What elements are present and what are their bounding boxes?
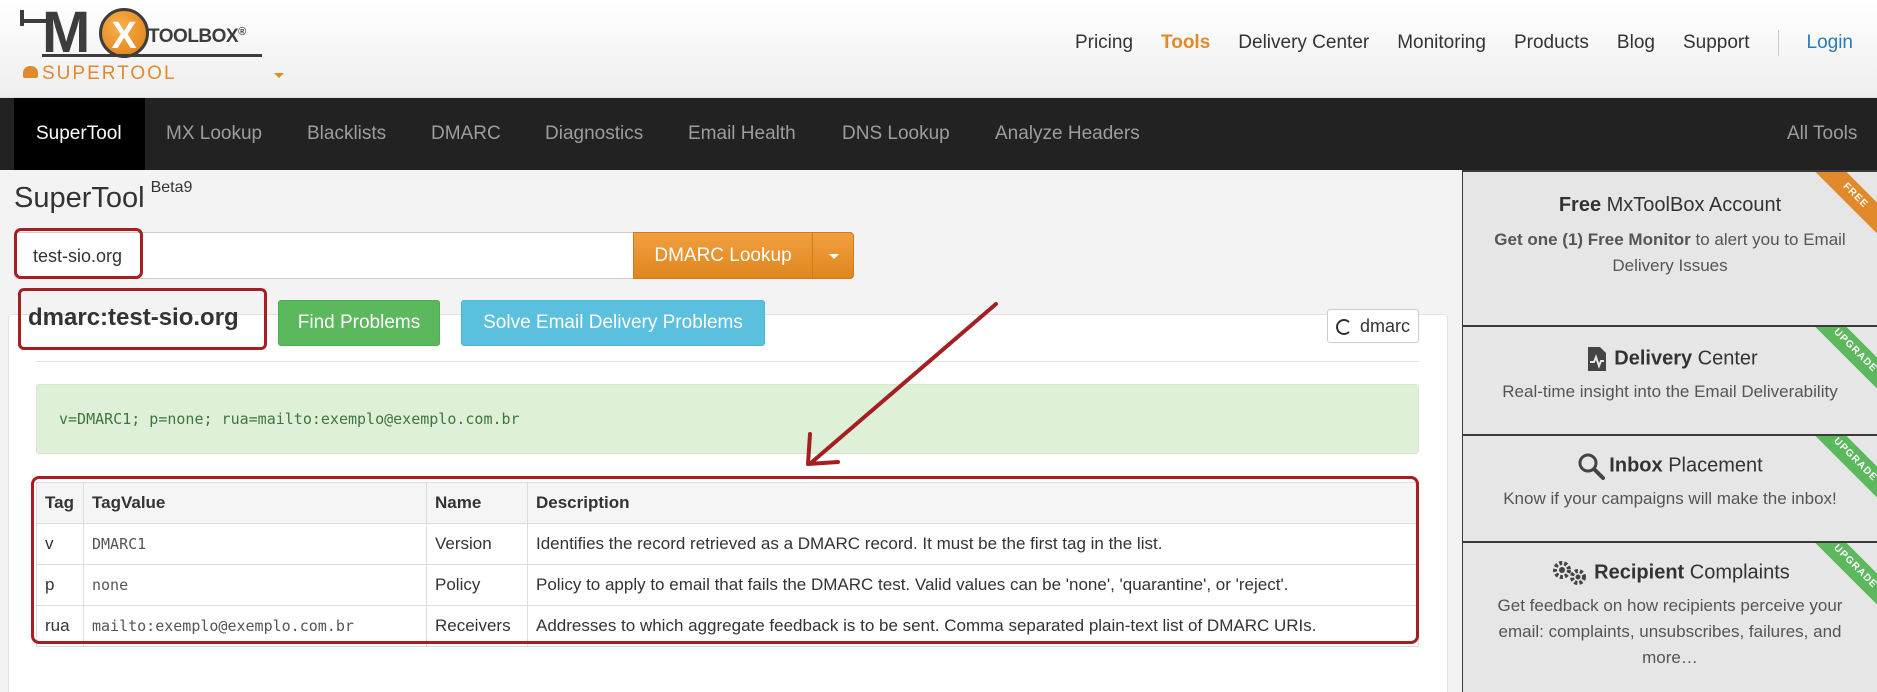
refresh-icon: [1336, 319, 1352, 335]
promo-desc: Get one (1) Free Monitor to alert you to…: [1494, 230, 1846, 275]
tab-dns-lookup[interactable]: DNS Lookup: [842, 98, 950, 170]
find-problems-button[interactable]: Find Problems: [278, 300, 440, 346]
logo-toolbox-text: TOOLBOX®: [148, 26, 246, 47]
tab-email-health[interactable]: Email Health: [688, 98, 796, 170]
tab-dmarc[interactable]: DMARC: [431, 98, 501, 170]
tab-mx-lookup[interactable]: MX Lookup: [166, 98, 262, 170]
promo-desc: Know if your campaigns will make the inb…: [1503, 489, 1837, 508]
solve-delivery-problems-button[interactable]: Solve Email Delivery Problems: [461, 300, 765, 346]
refresh-dmarc-button[interactable]: dmarc: [1327, 309, 1419, 343]
promo-title: Inbox Placement: [1463, 452, 1877, 480]
supertool-icon: [23, 66, 38, 78]
tab-blacklists[interactable]: Blacklists: [307, 98, 386, 170]
login-link[interactable]: Login: [1807, 32, 1854, 54]
nav-blog[interactable]: Blog: [1617, 32, 1655, 54]
tab-supertool[interactable]: SuperTool: [14, 98, 145, 170]
logo-plug-mark: [20, 10, 24, 26]
divider: [36, 361, 1419, 362]
promo-title: Recipient Complaints: [1463, 559, 1877, 587]
promo-delivery-center[interactable]: UPGRADE Delivery Center Real-time insigh…: [1463, 327, 1877, 434]
promo-desc: Get feedback on how recipients perceive …: [1497, 596, 1843, 667]
promo-title: Free MxToolBox Account: [1558, 194, 1782, 216]
nav-pricing[interactable]: Pricing: [1075, 32, 1133, 54]
tab-analyze-headers[interactable]: Analyze Headers: [995, 98, 1140, 170]
nav-products[interactable]: Products: [1514, 32, 1589, 54]
nav-tools[interactable]: Tools: [1161, 32, 1210, 54]
nav-separator: [1777, 30, 1779, 56]
result-content: dmarc:test-sio.org Find Problems Solve E…: [0, 170, 1462, 692]
nav-support[interactable]: Support: [1683, 32, 1750, 54]
tool-tabs: SuperTool MX Lookup Blacklists DMARC Dia…: [0, 98, 1877, 170]
chevron-down-icon[interactable]: [274, 73, 284, 78]
promo-free-account[interactable]: FREE Free MxToolBox Account Get one (1) …: [1463, 172, 1877, 325]
nav-monitoring[interactable]: Monitoring: [1397, 32, 1486, 54]
dmarc-record-box: v=DMARC1; p=none; rua=mailto:exemplo@exe…: [36, 384, 1419, 454]
tab-all-tools[interactable]: All Tools: [1787, 98, 1857, 170]
site-header: M X TOOLBOX® SUPERTOOL Pricing Tools Del…: [0, 0, 1877, 98]
annotation-arrow: [806, 302, 998, 466]
promo-title: Delivery Center: [1463, 345, 1877, 373]
document-pulse-icon: [1588, 347, 1607, 371]
table-highlight-box: [31, 476, 1419, 644]
logo-underline: [42, 54, 262, 57]
tab-diagnostics[interactable]: Diagnostics: [545, 98, 643, 170]
nav-delivery-center[interactable]: Delivery Center: [1238, 32, 1369, 54]
gears-icon: [1553, 561, 1587, 585]
promo-sidebar: FREE Free MxToolBox Account Get one (1) …: [1462, 170, 1877, 692]
magnifier-icon: [1578, 453, 1606, 480]
dmarc-record-text: v=DMARC1; p=none; rua=mailto:exemplo@exe…: [59, 410, 520, 428]
promo-recipient-complaints[interactable]: UPGRADE Recipient Complaints Get feedbac…: [1463, 543, 1877, 692]
promo-inbox-placement[interactable]: UPGRADE Inbox Placement Know if your cam…: [1463, 436, 1877, 541]
logo-x-circle: X: [99, 8, 149, 58]
supertool-brand[interactable]: SUPERTOOL: [42, 63, 177, 85]
title-highlight-box: [18, 288, 267, 350]
top-nav: Pricing Tools Delivery Center Monitoring…: [1047, 30, 1853, 56]
promo-desc: Real-time insight into the Email Deliver…: [1502, 382, 1838, 401]
